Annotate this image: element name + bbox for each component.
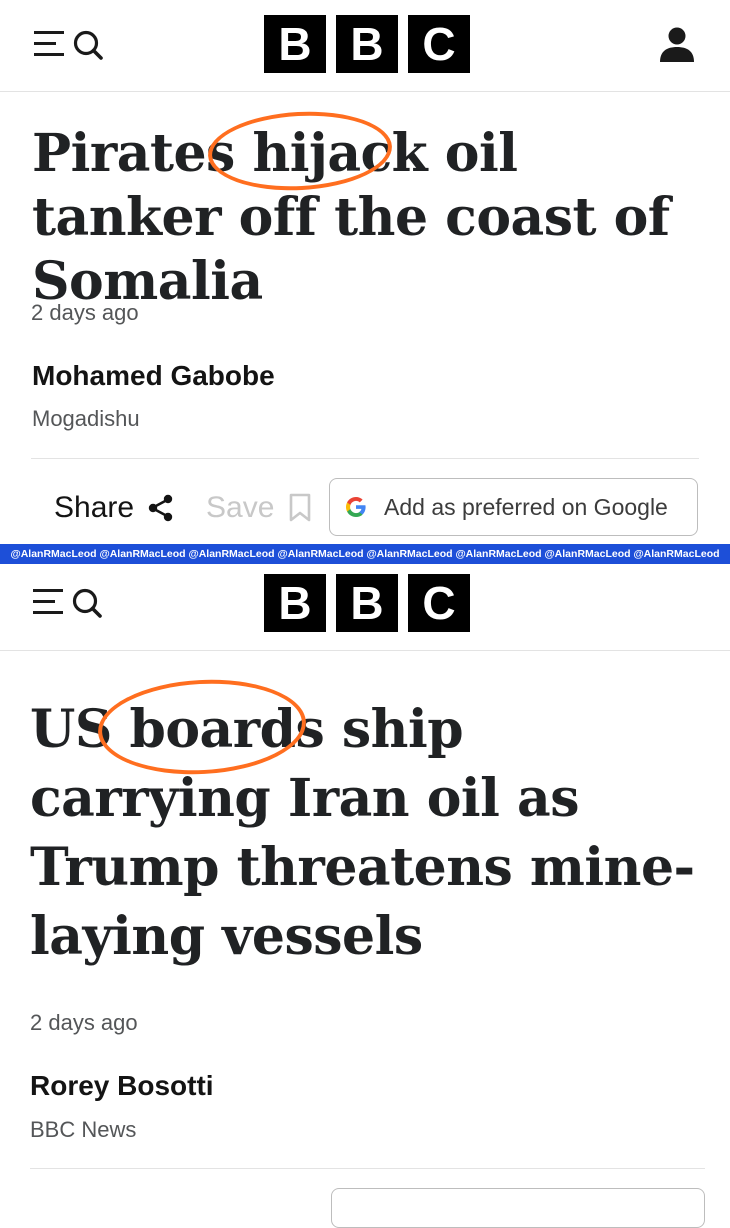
author-name[interactable]: Rorey Bosotti [30, 1070, 214, 1102]
google-button-label: Add as preferred on Google [384, 493, 668, 520]
author-location: Mogadishu [32, 406, 140, 431]
add-preferred-google-button[interactable] [331, 1188, 705, 1228]
bbc-logo-letter: C [408, 574, 470, 632]
byline-divider [30, 1168, 705, 1169]
bbc-logo-letter: B [336, 15, 398, 73]
save-label: Save [206, 491, 275, 524]
add-preferred-google-button[interactable]: Add as preferred on Google [329, 478, 698, 536]
search-icon [73, 30, 103, 60]
google-g-icon [346, 497, 366, 517]
bbc-logo-letter: B [264, 574, 326, 632]
share-button[interactable]: Share [54, 488, 176, 528]
menu-lines-icon [33, 586, 63, 616]
article-timestamp: 2 days ago [30, 1010, 138, 1035]
bbc-logo-letter: C [408, 15, 470, 73]
bbc-logo[interactable]: B B C [264, 574, 470, 632]
share-label: Share [54, 491, 135, 524]
article-timestamp: 2 days ago [31, 300, 139, 325]
user-icon[interactable] [657, 24, 697, 64]
watermark-strip: @AlanRMacLeod @AlanRMacLeod @AlanRMacLeo… [0, 544, 730, 564]
menu-lines-icon [34, 28, 64, 58]
menu-search-button[interactable] [34, 28, 114, 68]
header-divider [0, 650, 730, 651]
byline-divider [31, 458, 699, 459]
header-divider [0, 91, 730, 92]
save-button[interactable]: Save [206, 488, 312, 528]
author-location: BBC News [30, 1117, 137, 1142]
bbc-logo-letter: B [264, 15, 326, 73]
menu-search-button[interactable] [33, 586, 113, 626]
bookmark-icon [290, 493, 311, 522]
bbc-logo-letter: B [336, 574, 398, 632]
bbc-logo[interactable]: B B C [264, 15, 470, 73]
search-icon [72, 588, 102, 618]
share-icon [148, 494, 173, 522]
author-name[interactable]: Mohamed Gabobe [32, 360, 275, 392]
